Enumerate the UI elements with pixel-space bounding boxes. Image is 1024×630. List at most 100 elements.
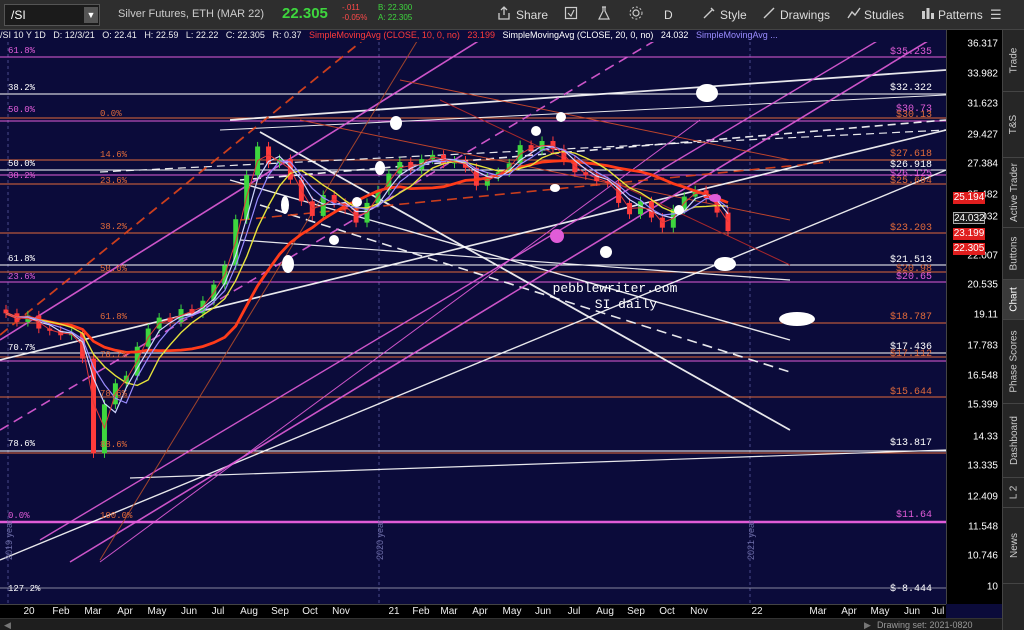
side-tab-label: Buttons — [1008, 236, 1020, 271]
price-tick-label: 14.33 — [972, 431, 998, 443]
fib-label-left: 61.8% — [8, 46, 36, 56]
date-tick-label: Jul — [211, 606, 225, 617]
side-tab-strip: Trade T&S Active Trader Buttons Chart Phase S… — [1002, 30, 1024, 630]
share-button[interactable]: Share — [516, 5, 548, 25]
date-tick-label: 20 — [23, 606, 35, 617]
date-axis[interactable]: 20 Feb Mar Apr May Jun Jul Aug Sep Oct Nov 21 Feb Mar… — [0, 604, 946, 618]
bar-range: R: 0.37 — [272, 30, 302, 40]
bid-ask: B: 22.300 A: 22.305 — [378, 3, 412, 23]
date-tick-label: Oct — [302, 606, 318, 617]
symbol-dropdown-icon[interactable]: ▼ — [84, 7, 98, 23]
date-tick-label: Sep — [627, 606, 645, 617]
year-marker-label: 2020 year — [375, 520, 385, 560]
date-tick-label: Jun — [180, 606, 198, 617]
bar-date: D: 12/3/21 — [53, 30, 95, 40]
date-tick-label: Sep — [271, 606, 289, 617]
fib-label-center: 78.6% — [100, 389, 128, 399]
bar-high: H: 22.59 — [144, 30, 179, 40]
date-tick-label: Aug — [596, 606, 614, 617]
side-tab-l-2[interactable]: L 2 — [1003, 478, 1024, 508]
fib-price-label: $20.65 — [896, 271, 932, 283]
date-tick-label: Jul — [567, 606, 581, 617]
price-tick-label: 15.399 — [967, 399, 998, 411]
pct-change: -0.05% — [342, 13, 368, 22]
date-tick-label: Aug — [240, 606, 258, 617]
studies-icon[interactable] — [847, 6, 861, 20]
date-tick-label: Nov — [332, 606, 350, 617]
flask-icon[interactable] — [597, 6, 611, 20]
drawings-button[interactable]: Drawings — [780, 5, 830, 25]
fib-label-left: 0.0% — [8, 511, 30, 521]
pivot-marker — [329, 235, 339, 245]
patterns-button[interactable]: Patterns — [938, 5, 983, 25]
net-change: -.011 — [342, 3, 360, 12]
fib-label-center: 23.6% — [100, 176, 128, 186]
side-tab-dashboard[interactable]: Dashboard — [1003, 404, 1024, 478]
fib-label-center: 70.7% — [100, 350, 128, 360]
watermark-title: SI daily — [595, 297, 658, 312]
menu-icon[interactable]: ☰ — [990, 6, 1002, 24]
pivot-marker — [282, 255, 294, 273]
share-icon[interactable] — [497, 6, 511, 20]
date-tick-label: 22 — [751, 606, 763, 617]
price-tick-label: 33.982 — [967, 68, 998, 80]
side-tab-news[interactable]: News — [1003, 508, 1024, 584]
favorite-icon[interactable] — [564, 6, 578, 20]
date-tick-label: Feb — [412, 606, 430, 617]
fib-label-left: 127.2% — [8, 584, 41, 594]
gear-icon[interactable] — [629, 6, 643, 20]
pivot-marker — [714, 257, 736, 271]
side-tab-active-trader[interactable]: Active Trader — [1003, 158, 1024, 228]
date-tick-label: Feb — [52, 606, 70, 617]
bar-open: O: 22.41 — [102, 30, 137, 40]
price-axis[interactable]: 36.31733.98231.62329.42727.38425.48224.0… — [946, 30, 1002, 604]
price-tick-label: 16.548 — [967, 370, 998, 382]
price-chart[interactable]: 2019 year 2020 year 2021 year 61.8% 38.2% 50.… — [0, 0, 947, 604]
symbol-period: /SI 10 Y 1D — [0, 30, 46, 40]
pivot-marker — [352, 197, 362, 207]
date-tick-label: May — [147, 606, 167, 617]
price-tag: 25.194 — [953, 192, 985, 204]
pivot-marker — [779, 312, 815, 326]
date-tick-label: Apr — [472, 606, 488, 617]
period-button[interactable]: D — [664, 5, 673, 25]
pivot-marker — [550, 229, 564, 243]
side-tab-label: Chart — [1008, 287, 1020, 312]
trendline — [0, 9, 401, 336]
scroll-left-icon[interactable]: ◀ — [4, 619, 11, 630]
price-tick-label: 17.783 — [967, 340, 998, 352]
price-tick-label: 10.746 — [967, 550, 998, 562]
sma20-value: 24.032 — [660, 30, 689, 40]
scroll-right-icon[interactable]: ▶ — [864, 619, 871, 630]
fib-label-left: 38.2% — [8, 171, 36, 181]
style-button[interactable]: Style — [720, 5, 747, 25]
fib-price-label: $35.235 — [890, 46, 932, 58]
side-tab-t-s[interactable]: T&S — [1003, 92, 1024, 158]
toolbar: ▼ Silver Futures, ETH (MAR 22) 22.305 -.… — [0, 0, 1024, 30]
drawings-icon[interactable] — [762, 6, 776, 20]
patterns-icon[interactable] — [921, 6, 935, 20]
drawing-set-label[interactable]: Drawing set: 2021-0820 — [877, 619, 973, 630]
trendline — [129, 449, 947, 479]
price-tick-label: 20.535 — [967, 279, 998, 291]
side-tab-phase-scores[interactable]: Phase Scores — [1003, 320, 1024, 404]
candle-body — [725, 212, 731, 232]
fib-label-center: 61.8% — [100, 312, 128, 322]
symbol-description: Silver Futures, ETH (MAR 22) — [118, 8, 265, 20]
studies-button[interactable]: Studies — [864, 5, 904, 25]
watermark-site: pebblewriter.com — [553, 281, 678, 296]
trendline — [0, 169, 947, 561]
side-tab-buttons[interactable]: Buttons — [1003, 228, 1024, 280]
trendline — [239, 239, 791, 281]
side-tab-trade[interactable]: Trade — [1003, 30, 1024, 92]
side-tab-chart[interactable]: Chart — [1003, 280, 1024, 320]
price-tick-label: 12.409 — [967, 491, 998, 503]
fib-label-left: 78.6% — [8, 439, 36, 449]
bid-price: B: 22.300 — [378, 3, 413, 12]
price-tick-label: 11.548 — [968, 521, 998, 533]
chart-canvas[interactable]: 2019 year 2020 year 2021 year 61.8% 38.2% 50.… — [0, 0, 947, 604]
style-icon[interactable] — [702, 6, 716, 20]
pivot-marker — [556, 112, 566, 122]
trendline — [0, 0, 546, 341]
date-tick-label: Jun — [903, 606, 921, 617]
